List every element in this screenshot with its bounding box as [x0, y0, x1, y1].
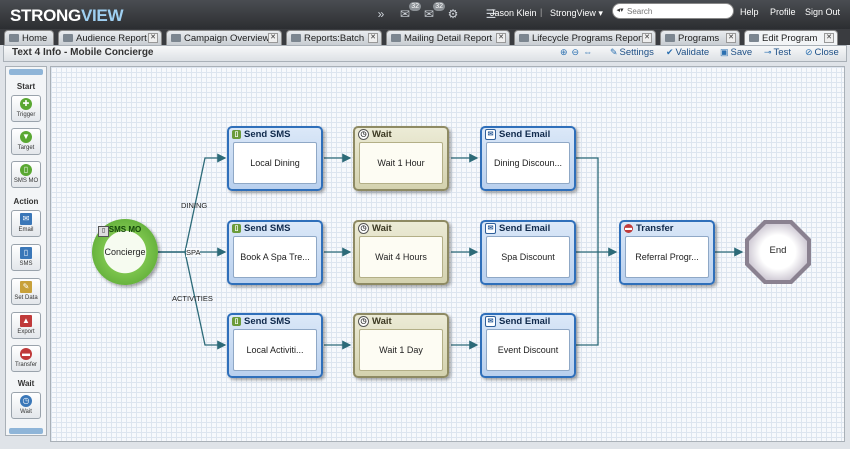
node-label: Wait 1 Hour — [359, 142, 443, 184]
node-title: Send SMS — [244, 129, 291, 140]
node-header: ◷ Wait — [358, 222, 392, 235]
clock-icon: ◷ — [358, 129, 369, 140]
phone-icon: ▯ — [232, 130, 241, 139]
start-node-label: Concierge — [104, 247, 146, 257]
send-sms-node[interactable]: ▯ Send SMS Local Activiti... — [227, 313, 323, 378]
start-node-concierge[interactable]: ▯ SMS MO Concierge — [92, 219, 158, 285]
node-title: Send Email — [499, 316, 551, 327]
clock-icon: ◷ — [358, 223, 369, 234]
node-title: Send SMS — [244, 316, 291, 327]
send-email-node[interactable]: ✉ Send Email Dining Discoun... — [480, 126, 576, 191]
end-node[interactable]: End — [744, 219, 812, 285]
envelope-icon: ✉ — [485, 316, 496, 327]
send-email-node[interactable]: ✉ Send Email Event Discount — [480, 313, 576, 378]
node-header: ▯ Send SMS — [232, 315, 290, 328]
node-title: Transfer — [636, 223, 674, 234]
node-header: ✉ Send Email — [485, 222, 550, 235]
node-title: Send Email — [499, 129, 551, 140]
node-label: Dining Discoun... — [486, 142, 570, 184]
envelope-icon: ✉ — [485, 223, 496, 234]
node-header: ✉ Send Email — [485, 315, 550, 328]
node-label: Spa Discount — [486, 236, 570, 278]
node-title: Wait — [372, 129, 392, 140]
branch-label-dining: DINING — [181, 201, 208, 210]
branch-label-activities: ACTIVITIES — [172, 294, 213, 303]
phone-icon: ▯ — [232, 317, 241, 326]
envelope-icon: ✉ — [485, 129, 496, 140]
node-title: Send SMS — [244, 223, 291, 234]
wait-node[interactable]: ◷ Wait Wait 1 Day — [353, 313, 449, 378]
send-email-node[interactable]: ✉ Send Email Spa Discount — [480, 220, 576, 285]
node-label: Wait 4 Hours — [359, 236, 443, 278]
node-label: Local Activiti... — [233, 329, 317, 371]
node-header: ◷ Wait — [358, 128, 392, 141]
node-header: ◷ Wait — [358, 315, 392, 328]
node-label: Event Discount — [486, 329, 570, 371]
node-header: ▬ Transfer — [624, 222, 674, 235]
transfer-node[interactable]: ▬ Transfer Referral Progr... — [619, 220, 715, 285]
wait-node[interactable]: ◷ Wait Wait 4 Hours — [353, 220, 449, 285]
node-label: Wait 1 Day — [359, 329, 443, 371]
transfer-icon: ▬ — [624, 224, 633, 233]
start-node-type: SMS MO — [108, 225, 142, 234]
clock-icon: ◷ — [358, 316, 369, 327]
node-header: ✉ Send Email — [485, 128, 550, 141]
branch-label-spa: SPA — [186, 248, 201, 257]
send-sms-node[interactable]: ▯ Send SMS Local Dining — [227, 126, 323, 191]
node-label: Local Dining — [233, 142, 317, 184]
node-label: Referral Progr... — [625, 236, 709, 278]
node-label: Book A Spa Tre... — [233, 236, 317, 278]
node-header: ▯ Send SMS — [232, 222, 290, 235]
send-sms-node[interactable]: ▯ Send SMS Book A Spa Tre... — [227, 220, 323, 285]
node-title: Send Email — [499, 223, 551, 234]
node-title: Wait — [372, 316, 392, 327]
node-header: ▯ Send SMS — [232, 128, 290, 141]
end-node-label: End — [769, 245, 787, 256]
wait-node[interactable]: ◷ Wait Wait 1 Hour — [353, 126, 449, 191]
phone-icon: ▯ — [232, 224, 241, 233]
node-title: Wait — [372, 223, 392, 234]
